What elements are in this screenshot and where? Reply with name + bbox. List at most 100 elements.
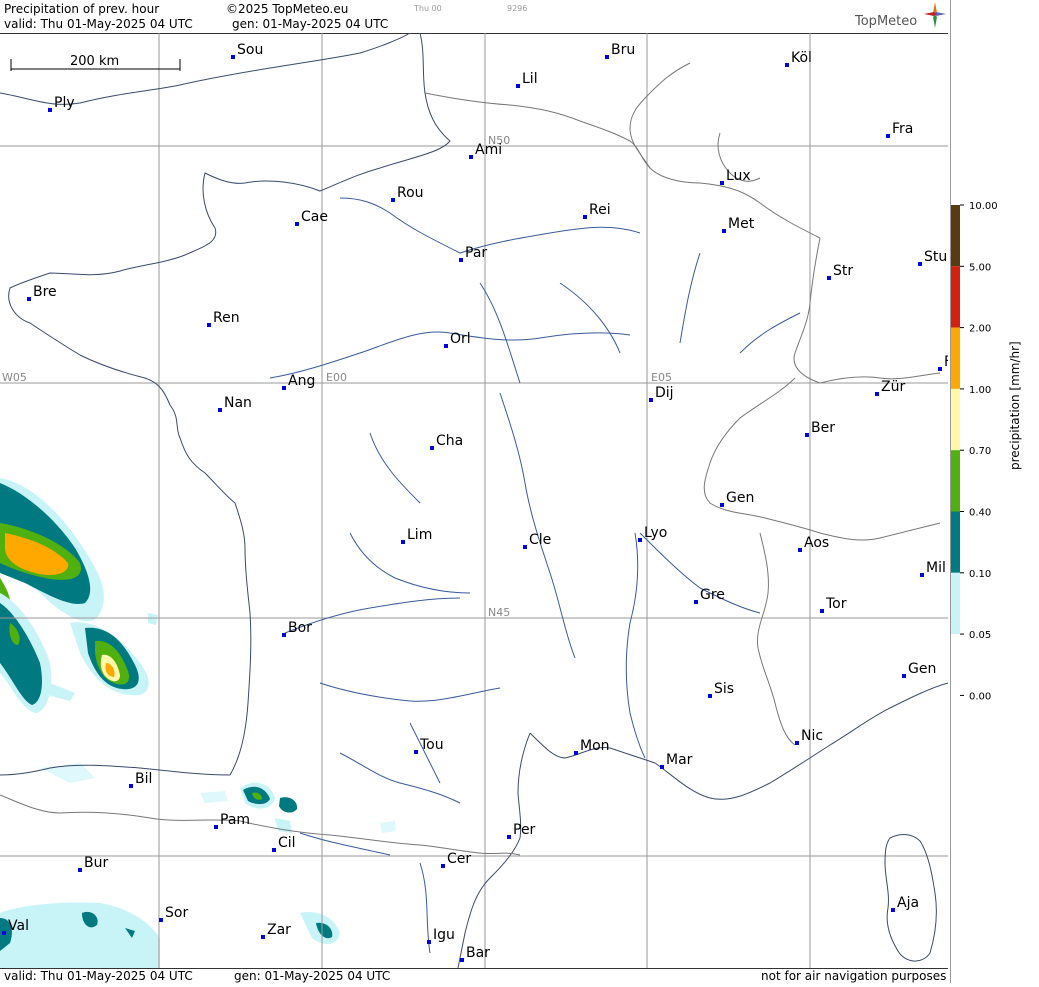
city-label: Sor bbox=[165, 905, 188, 921]
city-label: Per bbox=[513, 822, 536, 838]
city-label: Mon bbox=[580, 738, 610, 754]
city-dot bbox=[720, 181, 724, 185]
city-dot bbox=[231, 55, 235, 59]
city-dot bbox=[444, 344, 448, 348]
city-label: Tor bbox=[825, 596, 847, 612]
coastlines bbox=[0, 33, 948, 968]
city-markers: Sou Bru Köl Ply Lil Ami Fra Lux Rou Cae Rei Met Par S… bbox=[2, 42, 948, 962]
city-dot bbox=[785, 63, 789, 67]
city-dot bbox=[391, 198, 395, 202]
city-label: Cer bbox=[447, 851, 471, 867]
city-label: Str bbox=[833, 263, 853, 279]
city-label: Köl bbox=[791, 50, 812, 66]
city-dot bbox=[430, 446, 434, 450]
city-dot bbox=[469, 155, 473, 159]
grid-label-e05: E05 bbox=[651, 371, 672, 384]
legend-color-step bbox=[951, 450, 960, 512]
city-dot bbox=[660, 765, 664, 769]
legend-color-step bbox=[951, 266, 960, 328]
city-dot bbox=[523, 545, 527, 549]
city-dot bbox=[902, 674, 906, 678]
city-dot bbox=[214, 825, 218, 829]
city-label: Zür bbox=[881, 379, 905, 395]
city-dot bbox=[827, 276, 831, 280]
city-dot bbox=[516, 84, 520, 88]
city-label: Rei bbox=[589, 202, 611, 218]
gen-time: gen: 01-May-2025 04 UTC bbox=[232, 17, 389, 31]
city-dot bbox=[875, 392, 879, 396]
city-label: Met bbox=[728, 216, 755, 232]
city-dot bbox=[282, 633, 286, 637]
city-label: Bur bbox=[84, 855, 108, 871]
city-dot bbox=[795, 741, 799, 745]
city-dot bbox=[414, 750, 418, 754]
legend-colorbar: 10.00 5.00 2.00 1.00 0.70 0.40 0.10 0.05 0.00 bbox=[949, 0, 998, 983]
city-label: Igu bbox=[433, 927, 455, 943]
city-dot bbox=[460, 958, 464, 962]
legend-tick-label: 5.00 bbox=[969, 262, 991, 273]
legend: 10.00 5.00 2.00 1.00 0.70 0.40 0.10 0.05 0.00 pr… bbox=[949, 0, 1039, 983]
city-dot bbox=[918, 262, 922, 266]
city-label: Ami bbox=[475, 142, 502, 158]
disclaimer: not for air navigation purposes bbox=[761, 969, 947, 983]
precipitation-map: N50 N45 W05 E00 E05 200 km Sou Bru KölPl… bbox=[0, 33, 948, 968]
city-label: F bbox=[944, 354, 948, 370]
city-dot bbox=[649, 398, 653, 402]
city-dot bbox=[583, 215, 587, 219]
city-label: Cha bbox=[436, 433, 463, 449]
city-label: Lim bbox=[407, 527, 432, 543]
city-dot bbox=[507, 835, 511, 839]
footer-valid-time: valid: Thu 01-May-2025 04 UTC bbox=[4, 969, 193, 983]
city-label: Nic bbox=[801, 728, 823, 744]
legend-tick-label: 0.00 bbox=[969, 691, 991, 702]
city-label: Val bbox=[8, 918, 29, 934]
city-dot bbox=[272, 848, 276, 852]
footer-bar: valid: Thu 01-May-2025 04 UTC gen: 01-Ma… bbox=[0, 968, 948, 984]
legend-tick-label: 0.70 bbox=[969, 446, 991, 457]
city-dot bbox=[798, 548, 802, 552]
city-dot bbox=[459, 258, 463, 262]
city-label: Lyo bbox=[644, 525, 667, 541]
grid-label-w05: W05 bbox=[2, 371, 27, 384]
city-dot bbox=[638, 538, 642, 542]
city-label: Tou bbox=[419, 737, 444, 753]
city-label: Bru bbox=[611, 42, 635, 58]
legend-tick-label: 0.10 bbox=[969, 569, 991, 580]
city-dot bbox=[920, 573, 924, 577]
city-dot bbox=[27, 297, 31, 301]
city-dot bbox=[159, 918, 163, 922]
topmeteo-logo: TopMeteo bbox=[855, 14, 918, 29]
legend-tick-label: 0.05 bbox=[969, 630, 991, 641]
legend-tick-label: 0.40 bbox=[969, 508, 991, 519]
city-dot bbox=[605, 55, 609, 59]
grid-label-n45: N45 bbox=[488, 606, 510, 619]
city-label: Gre bbox=[700, 587, 725, 603]
city-label: Bar bbox=[466, 945, 490, 961]
city-dot bbox=[708, 694, 712, 698]
copyright-text: ©2025 TopMeteo.eu bbox=[226, 2, 349, 16]
city-label: Mar bbox=[666, 752, 693, 768]
legend-color-step bbox=[951, 327, 960, 389]
city-label: Bil bbox=[135, 771, 152, 787]
legend-tick-label: 1.00 bbox=[969, 385, 991, 396]
city-dot bbox=[2, 931, 6, 935]
compass-star-icon bbox=[924, 2, 946, 28]
legend-color-step bbox=[951, 572, 960, 635]
city-label: Sis bbox=[714, 681, 734, 697]
city-label: Ang bbox=[288, 373, 315, 389]
city-label: Bor bbox=[288, 620, 312, 636]
city-label: Cae bbox=[301, 209, 328, 225]
city-dot bbox=[694, 600, 698, 604]
rivers bbox=[269, 197, 801, 954]
city-dot bbox=[261, 935, 265, 939]
city-label: Ber bbox=[811, 420, 835, 436]
scale-bar: 200 km bbox=[10, 54, 181, 71]
city-dot bbox=[401, 540, 405, 544]
city-label: Par bbox=[465, 245, 487, 261]
city-dot bbox=[129, 784, 133, 788]
city-dot bbox=[886, 134, 890, 138]
legend-color-step bbox=[951, 511, 960, 573]
city-dot bbox=[820, 609, 824, 613]
city-label: Ply bbox=[54, 95, 75, 111]
header-bar: Precipitation of prev. hour ©2025 TopMet… bbox=[0, 0, 948, 34]
